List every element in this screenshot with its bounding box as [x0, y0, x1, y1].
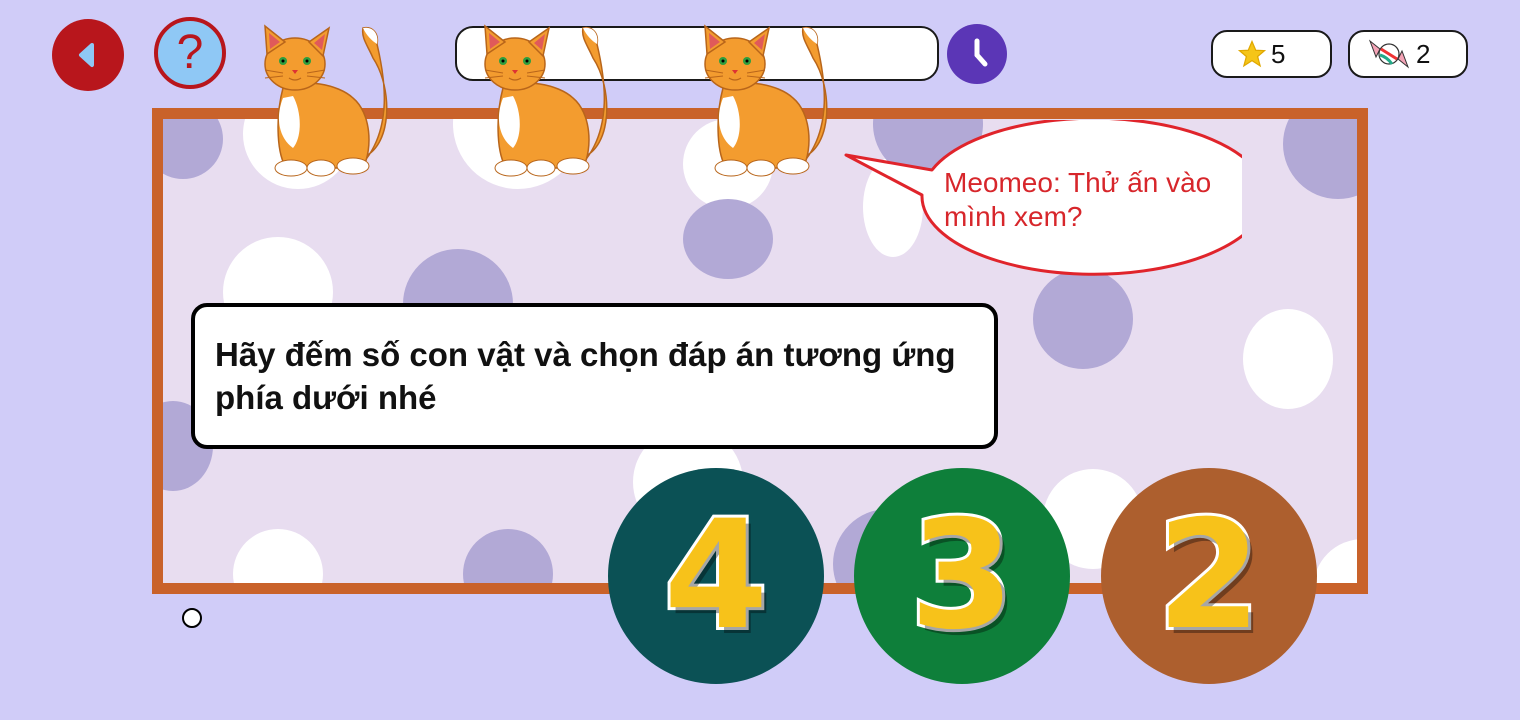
bg-dot	[233, 529, 323, 583]
star-count: 5	[1271, 38, 1286, 69]
answer-button-2[interactable]: 2	[1101, 468, 1317, 684]
answer-button-3[interactable]: 3	[854, 468, 1070, 684]
back-arrow-icon	[79, 43, 94, 67]
bg-dot	[1283, 119, 1357, 199]
timer-button[interactable]	[947, 24, 1007, 84]
answer-label: 3	[907, 486, 1017, 666]
answer-label: 4	[661, 486, 771, 666]
bg-dot	[683, 199, 773, 279]
bg-dot	[1243, 309, 1333, 409]
bg-dot	[163, 119, 223, 179]
star-icon	[1237, 39, 1267, 68]
cat-1[interactable]	[243, 18, 393, 178]
bg-dot	[463, 529, 553, 583]
cat-2[interactable]	[463, 18, 613, 178]
page-indicator-dot	[182, 608, 202, 628]
back-button[interactable]	[52, 19, 124, 91]
question-text: Hãy đếm số con vật và chọn đáp án tương …	[215, 336, 956, 416]
clock-icon	[974, 38, 988, 67]
candy-counter: 2	[1348, 30, 1468, 78]
question-box: Hãy đếm số con vật và chọn đáp án tương …	[191, 303, 998, 449]
cat-3[interactable]	[683, 18, 833, 178]
candy-icon	[1368, 39, 1410, 69]
answer-button-4[interactable]: 4	[608, 468, 824, 684]
help-label: ?	[176, 26, 204, 79]
help-button[interactable]: ?	[154, 17, 226, 89]
answer-label: 2	[1154, 486, 1264, 666]
star-counter: 5	[1211, 30, 1332, 78]
bg-dot	[1313, 539, 1357, 583]
speech-bubble-text: Meomeo: Thử ấn vào mình xem?	[944, 167, 1212, 232]
candy-count: 2	[1416, 38, 1431, 69]
